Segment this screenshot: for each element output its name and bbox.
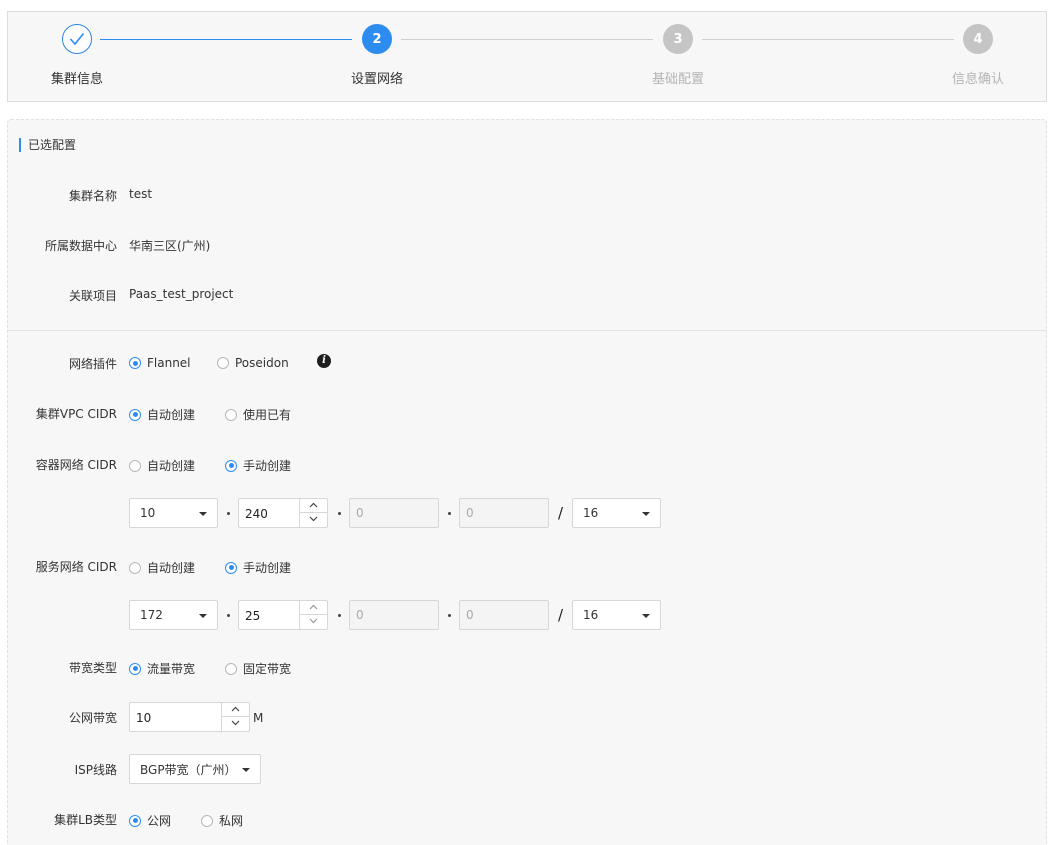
radio-dot-selected	[129, 408, 141, 421]
radio-flannel[interactable]: Flannel	[129, 356, 191, 370]
divider	[8, 330, 1046, 331]
section-title: 已选配置	[19, 138, 76, 152]
radio-container-auto[interactable]: 自动创建	[129, 457, 195, 474]
radio-dot-selected	[225, 561, 237, 574]
service-cidr-label: 服务网络 CIDR	[35, 560, 117, 574]
radio-poseidon[interactable]: Poseidon	[217, 356, 289, 370]
isp-label: ISP线路	[74, 763, 117, 777]
ip-separator-dot	[227, 512, 230, 515]
info-icon[interactable]: i	[317, 354, 331, 368]
chevron-down-icon	[231, 720, 240, 726]
project-value: Paas_test_project	[129, 287, 234, 301]
container-cidr-label: 容器网络 CIDR	[35, 458, 117, 472]
step-2-circle: 2	[362, 24, 392, 54]
caret-down-icon	[199, 614, 207, 618]
radio-fixed-bandwidth[interactable]: 固定带宽	[225, 660, 291, 677]
cidr-slash: /	[558, 504, 564, 522]
radio-vpc-existing[interactable]: 使用已有	[225, 406, 291, 423]
bandwidth-unit: M	[253, 711, 264, 725]
isp-select[interactable]: BGP带宽（广州）	[129, 754, 261, 784]
ip-separator-dot	[338, 512, 341, 515]
service-octet1-select[interactable]: 172	[129, 600, 218, 630]
chevron-up-icon	[231, 706, 240, 712]
step-connector-2	[401, 39, 653, 40]
public-bandwidth-input[interactable]: 10	[129, 702, 250, 732]
container-octet1-select[interactable]: 10	[129, 498, 218, 528]
caret-down-icon	[642, 614, 650, 618]
config-panel: 已选配置 集群名称 test 所属数据中心 华南三区(广州) 关联项目 Paas…	[7, 119, 1047, 845]
step-connector-1	[100, 39, 352, 40]
radio-dot	[225, 408, 237, 421]
cluster-name-value: test	[129, 187, 153, 201]
radio-dot-selected	[129, 814, 141, 827]
increment-button[interactable]	[300, 499, 327, 513]
cidr-slash: /	[558, 606, 564, 624]
step-1-check-icon	[62, 24, 92, 54]
service-mask-select[interactable]: 16	[572, 600, 661, 630]
public-bandwidth-label: 公网带宽	[68, 711, 117, 725]
chevron-down-icon	[309, 618, 318, 624]
radio-lb-private[interactable]: 私网	[201, 812, 243, 829]
caret-down-icon	[242, 768, 250, 772]
increment-button[interactable]	[300, 601, 327, 615]
step-4-label: 信息确认	[951, 72, 1004, 87]
radio-dot	[217, 357, 229, 369]
radio-dot	[129, 459, 141, 472]
datacenter-label: 所属数据中心	[44, 239, 117, 253]
chevron-up-icon	[309, 502, 318, 508]
container-octet3-input[interactable]: 0	[349, 498, 439, 528]
network-plugin-label: 网络插件	[68, 357, 117, 371]
radio-dot-selected	[225, 459, 237, 472]
ip-separator-dot	[227, 614, 230, 617]
service-octet3-input[interactable]: 0	[349, 600, 439, 630]
radio-dot	[201, 814, 213, 827]
decrement-button[interactable]	[300, 513, 327, 527]
radio-service-auto[interactable]: 自动创建	[129, 559, 195, 576]
service-octet2-input[interactable]: 25	[238, 600, 328, 630]
increment-button[interactable]	[222, 703, 249, 717]
vpc-cidr-label: 集群VPC CIDR	[35, 407, 117, 421]
radio-vpc-auto[interactable]: 自动创建	[129, 406, 195, 423]
step-3-label: 基础配置	[651, 72, 704, 87]
datacenter-value: 华南三区(广州)	[129, 239, 211, 253]
decrement-button[interactable]	[300, 615, 327, 629]
radio-dot	[129, 561, 141, 574]
project-label: 关联项目	[68, 289, 117, 303]
radio-container-manual[interactable]: 手动创建	[225, 457, 291, 474]
chevron-down-icon	[309, 516, 318, 522]
caret-down-icon	[642, 512, 650, 516]
ip-separator-dot	[448, 512, 451, 515]
container-octet4-input[interactable]: 0	[459, 498, 549, 528]
caret-down-icon	[199, 512, 207, 516]
step-connector-3	[702, 39, 954, 40]
step-1-label: 集群信息	[50, 72, 103, 87]
ip-separator-dot	[338, 614, 341, 617]
radio-dot-selected	[129, 662, 141, 675]
radio-dot	[225, 662, 237, 675]
steps-bar: 集群信息 2 设置网络 3 基础配置 4 信息确认	[7, 11, 1047, 102]
cluster-name-label: 集群名称	[68, 189, 117, 203]
step-4-circle: 4	[963, 24, 993, 54]
ip-separator-dot	[448, 614, 451, 617]
radio-service-manual[interactable]: 手动创建	[225, 559, 291, 576]
decrement-button[interactable]	[222, 717, 249, 731]
container-mask-select[interactable]: 16	[572, 498, 661, 528]
radio-traffic-bandwidth[interactable]: 流量带宽	[129, 660, 195, 677]
chevron-up-icon	[309, 604, 318, 610]
bandwidth-type-label: 带宽类型	[68, 661, 117, 675]
step-2-label: 设置网络	[350, 72, 403, 87]
lb-type-label: 集群LB类型	[54, 813, 117, 827]
radio-dot-selected	[129, 357, 141, 369]
step-3-circle: 3	[663, 24, 693, 54]
radio-lb-public[interactable]: 公网	[129, 812, 171, 829]
container-octet2-input[interactable]: 240	[238, 498, 328, 528]
service-octet4-input[interactable]: 0	[459, 600, 549, 630]
